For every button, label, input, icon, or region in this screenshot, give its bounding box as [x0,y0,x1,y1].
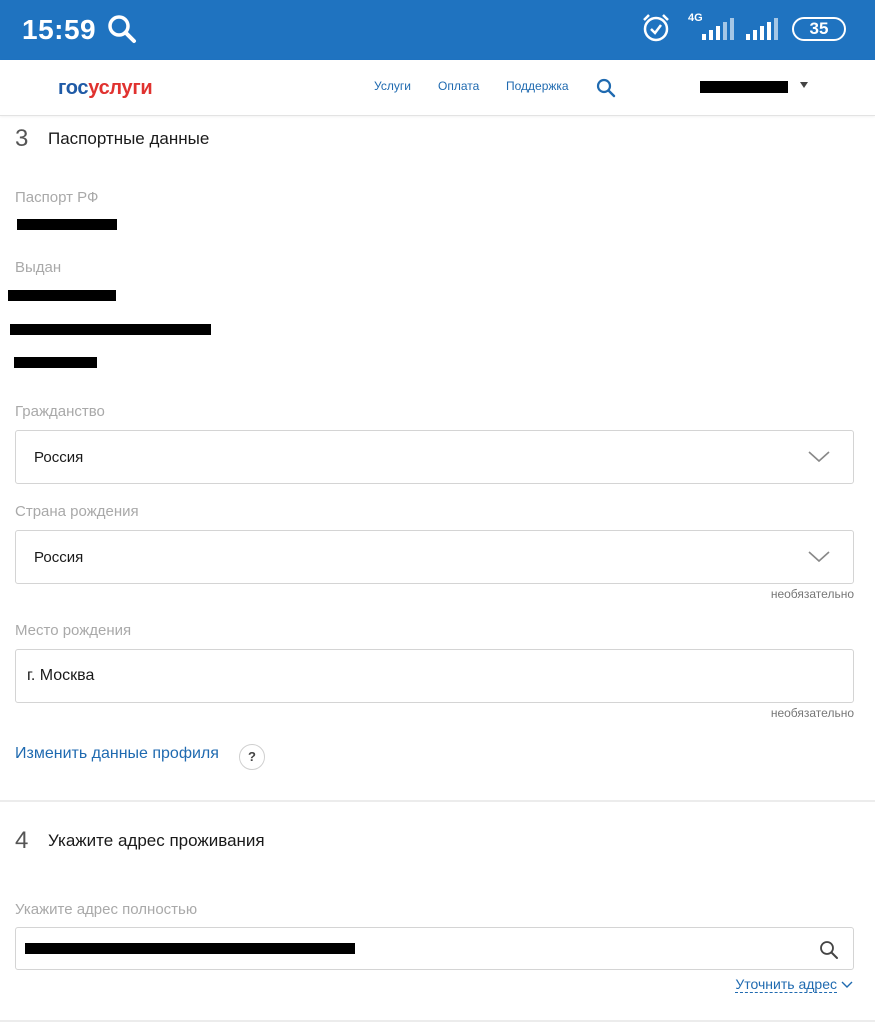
help-icon[interactable]: ? [239,744,265,770]
issuer-redacted [10,324,211,335]
signal-icon: ↓↑ [702,18,734,40]
birth-country-value: Россия [34,549,84,566]
section-number: 3 [15,125,29,152]
battery-icon: 35 [792,17,846,41]
signal-icon [746,18,778,40]
gosuslugi-logo[interactable]: госуслуги [58,77,153,100]
division-code-redacted [14,357,97,368]
birthplace-value: г. Москва [27,667,95,684]
birth-country-label: Страна рождения [15,503,139,520]
chevron-down-icon[interactable] [841,981,853,989]
search-icon[interactable] [819,940,839,960]
section-title: Укажите адрес проживания [48,831,265,850]
chevron-down-icon [808,551,830,563]
issued-label: Выдан [15,259,62,276]
status-time: 15:59 [22,14,97,45]
refine-address-link[interactable]: Уточнить адрес [735,976,837,993]
status-bar: 15:59 4G ↓↑ 35 [0,0,875,60]
chevron-down-icon[interactable] [800,82,808,88]
nav-payment[interactable]: Оплата [438,79,479,93]
passport-number-redacted [17,219,117,230]
optional-hint: необязательно [770,587,854,601]
citizenship-label: Гражданство [15,403,105,420]
citizenship-select[interactable]: Россия [15,430,854,484]
chevron-down-icon [808,451,830,463]
passport-label: Паспорт РФ [15,189,99,206]
user-name-redacted[interactable] [700,81,788,93]
logo-part-gos: гос [58,77,89,99]
address-input[interactable] [15,927,854,970]
section-divider [0,1020,875,1022]
edit-profile-link[interactable]: Изменить данные профиля [15,745,219,763]
section-divider [0,800,875,802]
search-icon[interactable] [596,78,616,98]
alarm-icon [643,14,669,42]
site-header: госуслуги Услуги Оплата Поддержка [0,60,875,116]
nav-services[interactable]: Услуги [374,79,411,93]
section-title: Паспортные данные [48,129,210,148]
birthplace-input[interactable]: г. Москва [15,649,854,703]
search-icon [108,15,136,43]
nav-support[interactable]: Поддержка [506,79,569,93]
section-number: 4 [15,827,29,854]
optional-hint: необязательно [770,706,854,720]
address-label: Укажите адрес полностью [15,901,198,918]
birthplace-label: Место рождения [15,622,132,639]
address-value-redacted [25,943,355,954]
logo-part-uslugi: услуги [88,77,153,99]
citizenship-value: Россия [34,449,84,466]
birth-country-select[interactable]: Россия [15,530,854,584]
issue-date-redacted [8,290,116,301]
